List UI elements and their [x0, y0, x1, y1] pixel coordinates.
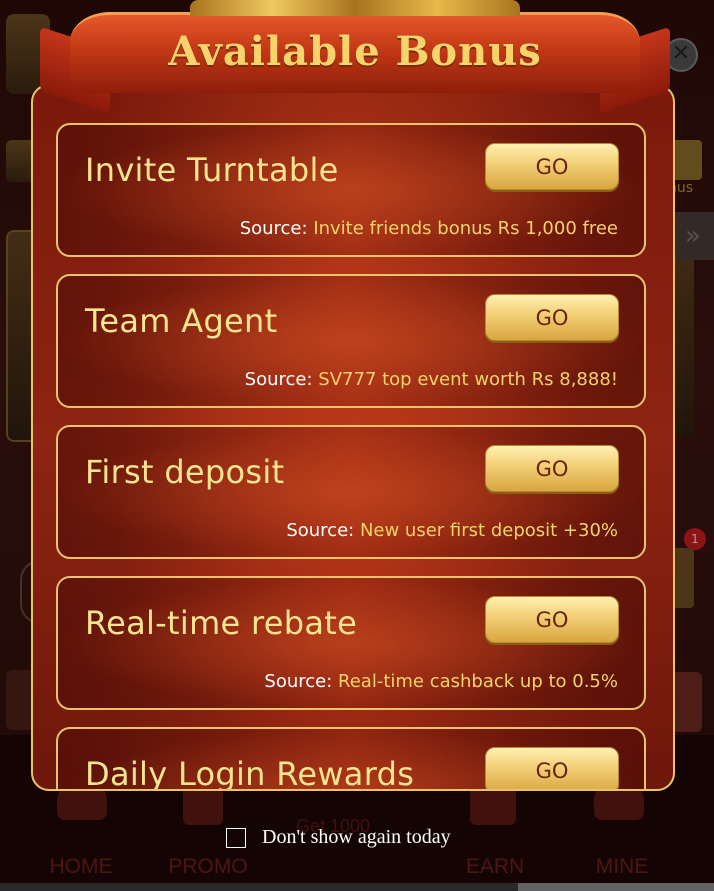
bonus-title: Team Agent	[85, 302, 278, 340]
source-value: Real-time cashback up to 0.5%	[338, 671, 618, 692]
go-button[interactable]: GO	[485, 747, 619, 789]
bonus-title: Invite Turntable	[85, 151, 339, 189]
source-label: Source:	[286, 520, 355, 541]
bonus-card-team-agent: Team Agent GO Source: SV777 top event wo…	[56, 274, 646, 408]
bonus-title: Real-time rebate	[85, 604, 358, 642]
bonus-card-real-time-rebate: Real-time rebate GO Source: Real-time ca…	[56, 576, 646, 710]
dont-show-label[interactable]: Don't show again today	[262, 826, 451, 849]
gold-coins-decoration	[190, 0, 520, 16]
source-label: Source:	[264, 671, 333, 692]
bonus-title: First deposit	[85, 453, 285, 491]
source-label: Source:	[244, 369, 313, 390]
bonus-source: Source: New user first deposit +30%	[286, 520, 618, 541]
bonus-source: Source: Real-time cashback up to 0.5%	[264, 671, 618, 692]
modal-header-ribbon: Available Bonus	[40, 0, 670, 114]
source-value: New user first deposit +30%	[359, 520, 618, 541]
bonus-card-first-deposit: First deposit GO Source: New user first …	[56, 425, 646, 559]
go-button[interactable]: GO	[485, 294, 619, 341]
modal-title: Available Bonus	[168, 28, 542, 75]
source-value: Invite friends bonus Rs 1,000 free	[313, 218, 618, 239]
go-button[interactable]: GO	[485, 143, 619, 190]
go-button[interactable]: GO	[485, 596, 619, 643]
bonus-card-daily-login: Daily Login Rewards GO	[56, 727, 646, 791]
bonus-title: Daily Login Rewards	[85, 755, 415, 791]
bonus-modal: Invite Turntable GO Source: Invite frien…	[31, 84, 675, 791]
dont-show-checkbox[interactable]	[226, 827, 246, 848]
source-label: Source:	[239, 218, 308, 239]
bonus-source: Source: SV777 top event worth Rs 8,888!	[245, 369, 618, 390]
bonus-card-invite-turntable: Invite Turntable GO Source: Invite frien…	[56, 123, 646, 257]
source-value: SV777 top event worth Rs 8,888!	[318, 369, 618, 390]
bonus-source: Source: Invite friends bonus Rs 1,000 fr…	[240, 218, 618, 239]
go-button[interactable]: GO	[485, 445, 619, 492]
dont-show-again-row[interactable]: Don't show again today	[226, 826, 451, 849]
